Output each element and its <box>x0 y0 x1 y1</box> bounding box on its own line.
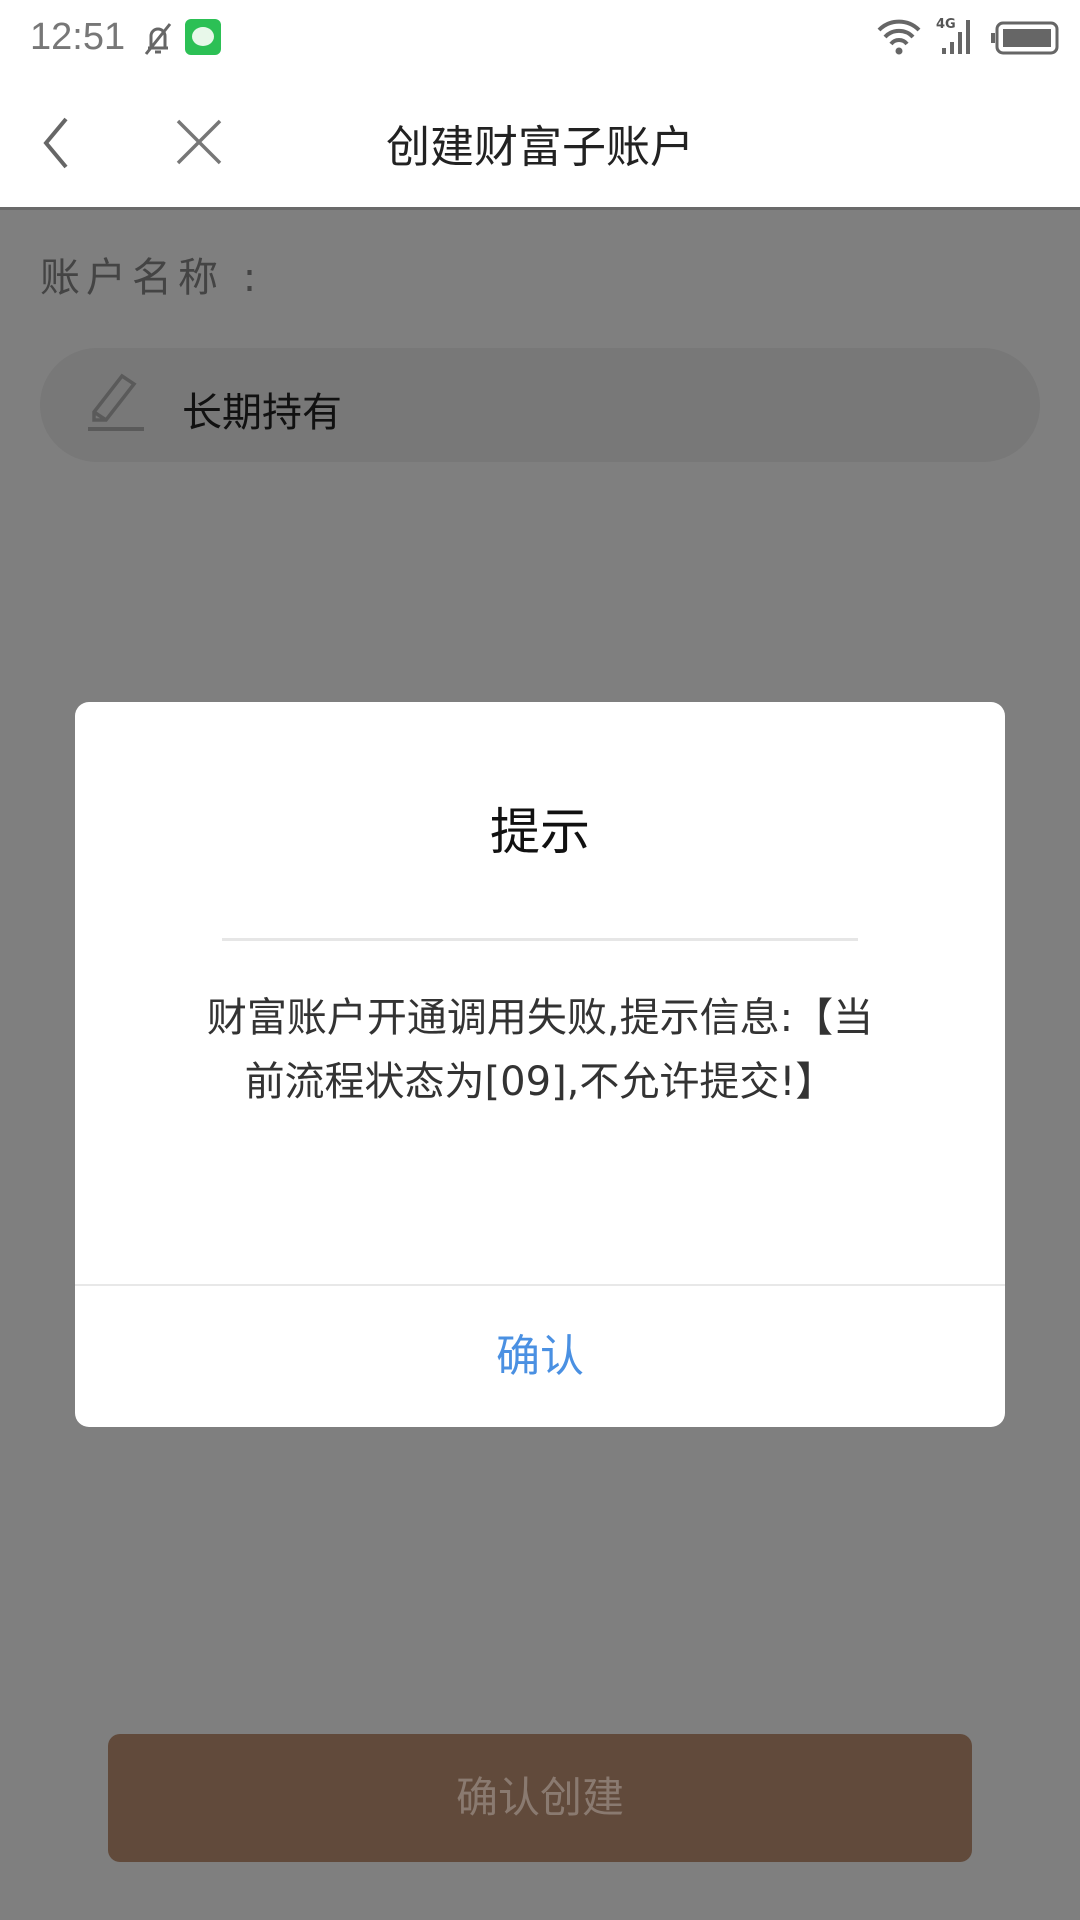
message-app-icon <box>185 19 221 55</box>
wifi-icon <box>877 19 921 55</box>
dialog-title: 提示 <box>490 803 590 861</box>
signal-icon <box>942 20 970 54</box>
status-time: 12:51 <box>30 16 126 58</box>
edit-pencil-icon <box>88 373 144 431</box>
bell-muted-icon <box>144 23 172 55</box>
status-bar: 12:51 4G <box>0 0 1080 75</box>
alert-dialog: 提示 财富账户开通调用失败,提示信息:【当前流程状态为[09],不允许提交!】 … <box>75 702 1005 1427</box>
account-name-input[interactable]: 长期持有 <box>40 348 1040 462</box>
dialog-confirm-button[interactable]: 确认 <box>75 1286 1005 1427</box>
confirm-create-button[interactable]: 确认创建 <box>108 1734 972 1862</box>
account-name-label: 账户名称 : <box>40 255 263 301</box>
dialog-divider <box>222 938 858 941</box>
battery-icon <box>991 21 1059 55</box>
nav-bar: 创建财富子账户 <box>0 75 1080 210</box>
account-name-value: 长期持有 <box>182 390 342 436</box>
page-title: 创建财富子账户 <box>386 122 694 173</box>
dialog-message: 财富账户开通调用失败,提示信息:【当前流程状态为[09],不允许提交!】 <box>206 995 874 1105</box>
